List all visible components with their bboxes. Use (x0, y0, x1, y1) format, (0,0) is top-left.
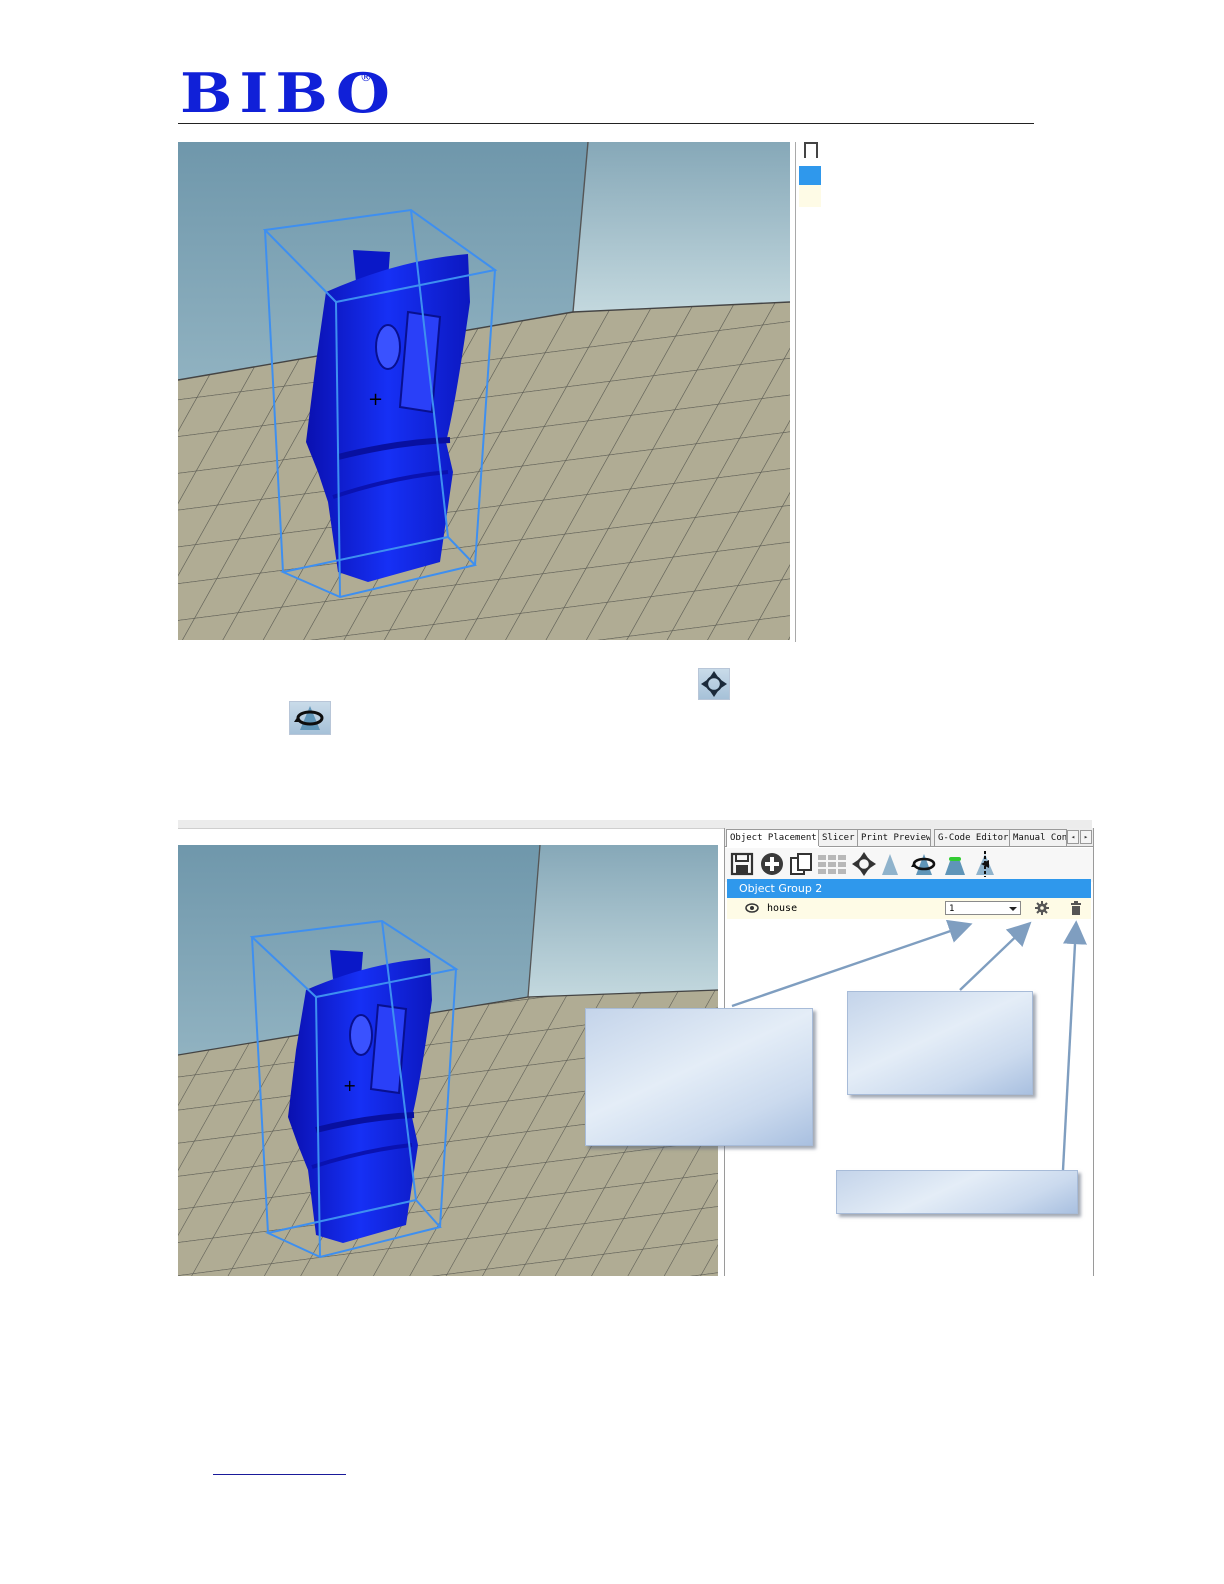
gear-icon[interactable] (1035, 901, 1049, 923)
header-divider (178, 123, 1034, 124)
tab-scroll-right-button[interactable]: ▸ (1080, 830, 1092, 844)
center-icon[interactable] (851, 851, 877, 877)
callout-copies (585, 1008, 813, 1146)
svg-text:+: + (368, 389, 383, 410)
eye-icon[interactable] (745, 898, 759, 927)
object-row[interactable]: house 1 (727, 898, 1091, 919)
svg-text:+: + (343, 1076, 356, 1095)
rotate-object-icon (289, 701, 331, 735)
save-icon[interactable] (804, 142, 818, 158)
center-object-icon (698, 668, 730, 700)
copies-value: 1 (949, 904, 955, 914)
tab-bar: Object Placement Slicer Print Preview G-… (725, 828, 1093, 847)
chevron-down-icon (1009, 907, 1017, 911)
tab-print-preview[interactable]: Print Preview (857, 829, 931, 846)
callout-settings (847, 991, 1033, 1095)
object-name: house (767, 903, 798, 914)
registered-mark: ® (360, 70, 372, 84)
drop-icon[interactable] (941, 851, 967, 877)
copies-select[interactable]: 1 (945, 901, 1021, 915)
placement-toolbar (725, 848, 1093, 882)
grid-icon[interactable] (817, 851, 846, 877)
trash-icon[interactable] (1070, 901, 1082, 923)
group-row-cropped[interactable] (799, 166, 821, 185)
object-row-cropped[interactable] (799, 185, 821, 207)
rotate-icon[interactable] (909, 851, 936, 877)
side-wall (573, 142, 790, 312)
hyperlink-underline[interactable] (213, 1474, 346, 1475)
tab-g-code-editor[interactable]: G-Code Editor (934, 829, 1010, 846)
save-icon[interactable] (729, 851, 755, 877)
object-group-row[interactable]: Object Group 2 (727, 879, 1091, 898)
add-object-icon[interactable] (759, 851, 785, 877)
3d-viewport-top[interactable]: + (178, 142, 790, 640)
callout-delete (836, 1170, 1078, 1214)
tab-slicer[interactable]: Slicer (818, 829, 858, 846)
object-group-label: Object Group 2 (739, 882, 823, 895)
side-wall (528, 845, 718, 997)
mirror-icon[interactable] (877, 851, 903, 877)
viewport-scene: + (178, 142, 790, 640)
side-panel-cropped (795, 142, 821, 642)
tab-manual-control[interactable]: Manual Con (1009, 829, 1067, 846)
tab-scroll-left-button[interactable]: ◂ (1067, 830, 1079, 844)
tab-object-placement[interactable]: Object Placement (726, 829, 820, 847)
copy-icon[interactable] (788, 851, 814, 877)
cut-icon[interactable] (971, 851, 997, 877)
